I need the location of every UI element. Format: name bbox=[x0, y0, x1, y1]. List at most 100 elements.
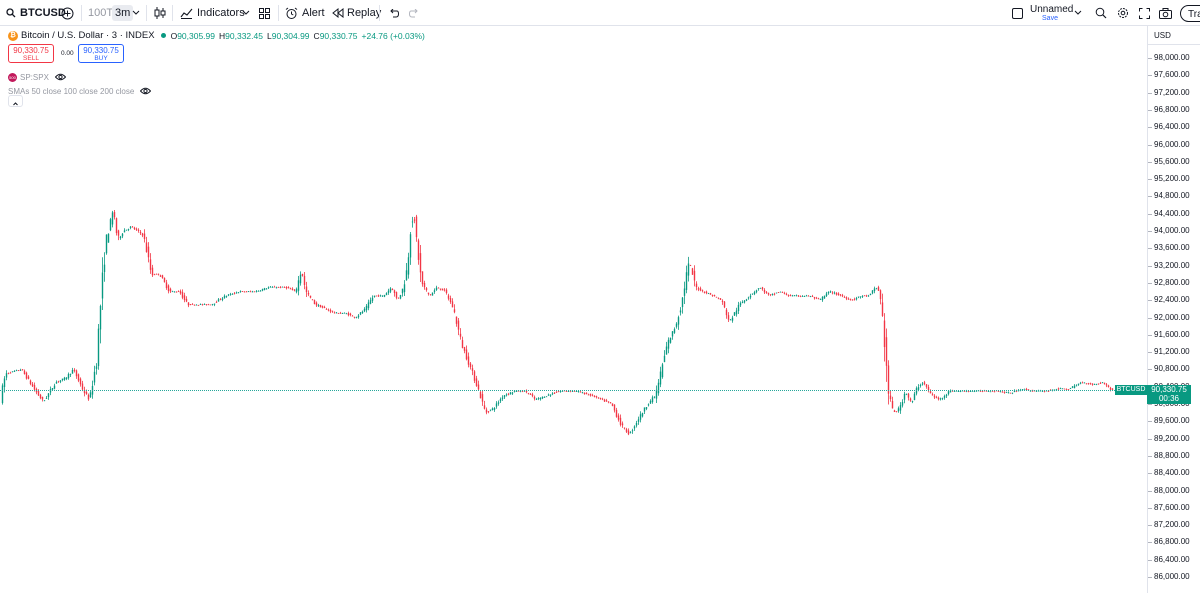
candle-body bbox=[863, 295, 866, 297]
candle-body bbox=[59, 380, 62, 382]
candle-body bbox=[745, 299, 748, 301]
candle bbox=[971, 390, 974, 392]
candle bbox=[801, 295, 804, 297]
indicators-dropdown[interactable] bbox=[242, 0, 250, 26]
candle bbox=[409, 232, 412, 265]
symbol-search[interactable]: BTCUSD bbox=[6, 0, 66, 26]
candle bbox=[631, 428, 634, 434]
indicators-button[interactable]: Indicators bbox=[180, 0, 245, 26]
candle-body bbox=[27, 376, 30, 379]
candle bbox=[299, 271, 302, 286]
candle bbox=[937, 396, 940, 401]
candle bbox=[203, 303, 206, 305]
candle-body bbox=[645, 407, 648, 409]
candle bbox=[877, 285, 880, 292]
candle bbox=[579, 391, 582, 393]
candle-body bbox=[503, 395, 506, 398]
candle-body bbox=[101, 272, 104, 299]
undo-button[interactable] bbox=[388, 0, 399, 26]
tick-mark bbox=[1148, 213, 1152, 215]
price-axis[interactable]: USD 98,000.00 97,600.00 97,200.00 96,800.00… bbox=[1147, 26, 1200, 593]
settings-button[interactable] bbox=[1117, 0, 1129, 26]
candle bbox=[111, 210, 114, 228]
layout-dropdown[interactable] bbox=[1074, 0, 1082, 26]
layout-save-link[interactable]: Save bbox=[1030, 15, 1070, 22]
main-series-legend[interactable]: ₿ Bitcoin / U.S. Dollar · 3 · INDEX O 90,… bbox=[8, 30, 425, 41]
candle bbox=[665, 341, 668, 355]
layout-name[interactable]: Unnamed bbox=[1030, 4, 1073, 15]
candle-body bbox=[895, 411, 898, 413]
alert-button[interactable]: Alert bbox=[285, 0, 325, 26]
candle-body bbox=[123, 230, 126, 233]
candle-body bbox=[47, 393, 50, 398]
interval-dropdown[interactable] bbox=[132, 0, 140, 26]
candle bbox=[367, 299, 370, 311]
candle-body bbox=[241, 291, 244, 292]
candle bbox=[661, 362, 664, 379]
candle bbox=[213, 303, 216, 307]
snapshot-button[interactable] bbox=[1159, 0, 1172, 26]
sma-legend[interactable]: SMAs 50 close 100 close 200 close bbox=[8, 82, 152, 100]
tick-mark bbox=[1148, 507, 1152, 509]
candle-body bbox=[821, 296, 824, 301]
buy-button[interactable]: 90,330.75 BUY bbox=[78, 44, 124, 63]
chart-pane[interactable] bbox=[0, 26, 1147, 593]
sell-button[interactable]: 90,330.75 SELL bbox=[8, 44, 54, 63]
chart-type-button[interactable] bbox=[154, 0, 166, 26]
candle bbox=[669, 337, 672, 344]
currency-label[interactable]: USD bbox=[1154, 31, 1171, 40]
candle-body bbox=[169, 288, 172, 292]
candle-body bbox=[531, 394, 534, 397]
candle bbox=[861, 295, 864, 299]
candle-body bbox=[661, 364, 664, 378]
price-tick: 96,000.00 bbox=[1148, 140, 1200, 150]
candle-body bbox=[467, 356, 470, 365]
trade-button[interactable]: Trade bbox=[1180, 5, 1200, 22]
candle-body bbox=[315, 302, 318, 306]
candle-body bbox=[197, 305, 200, 306]
candle-body bbox=[417, 240, 420, 260]
candle bbox=[597, 397, 600, 399]
tick-mark bbox=[1148, 490, 1152, 492]
candle-body bbox=[685, 272, 688, 290]
candle bbox=[183, 292, 186, 303]
candle-body bbox=[327, 309, 330, 311]
candle-body bbox=[345, 313, 348, 315]
fullscreen-button[interactable] bbox=[1139, 0, 1150, 26]
quick-search-button[interactable] bbox=[1095, 0, 1107, 26]
candle-body bbox=[173, 291, 176, 293]
candle-body bbox=[113, 212, 116, 218]
candle bbox=[715, 296, 718, 298]
candle bbox=[647, 403, 650, 407]
compare-symbol-button[interactable] bbox=[61, 0, 74, 26]
candle bbox=[817, 297, 820, 300]
candle bbox=[341, 312, 344, 314]
candle-body bbox=[25, 372, 28, 379]
price-tick: 86,000.00 bbox=[1148, 572, 1200, 582]
interval-100t[interactable]: 100T bbox=[88, 0, 113, 26]
layout-toggle[interactable] bbox=[1012, 0, 1023, 26]
candle bbox=[967, 390, 970, 393]
candle bbox=[15, 369, 18, 372]
replay-button[interactable]: Replay bbox=[332, 0, 381, 26]
candle bbox=[275, 286, 278, 289]
price-tick: 94,800.00 bbox=[1148, 191, 1200, 201]
candle bbox=[1003, 391, 1006, 394]
eye-hidden-icon[interactable] bbox=[140, 82, 152, 100]
candle-body bbox=[527, 393, 530, 394]
candle bbox=[809, 295, 812, 298]
candle bbox=[373, 295, 376, 298]
candle-body bbox=[419, 253, 422, 273]
candle-body bbox=[913, 393, 916, 401]
redo-button[interactable] bbox=[409, 0, 420, 26]
interval-3m[interactable]: 3m bbox=[112, 5, 134, 21]
candle-body bbox=[923, 382, 926, 384]
candle-body bbox=[289, 288, 292, 290]
candle-body bbox=[397, 297, 400, 299]
legend-collapse-button[interactable] bbox=[8, 95, 23, 107]
candle bbox=[833, 291, 836, 295]
candle-body bbox=[517, 390, 520, 392]
templates-button[interactable] bbox=[259, 0, 270, 26]
candle-body bbox=[875, 288, 878, 290]
candle bbox=[207, 303, 210, 306]
